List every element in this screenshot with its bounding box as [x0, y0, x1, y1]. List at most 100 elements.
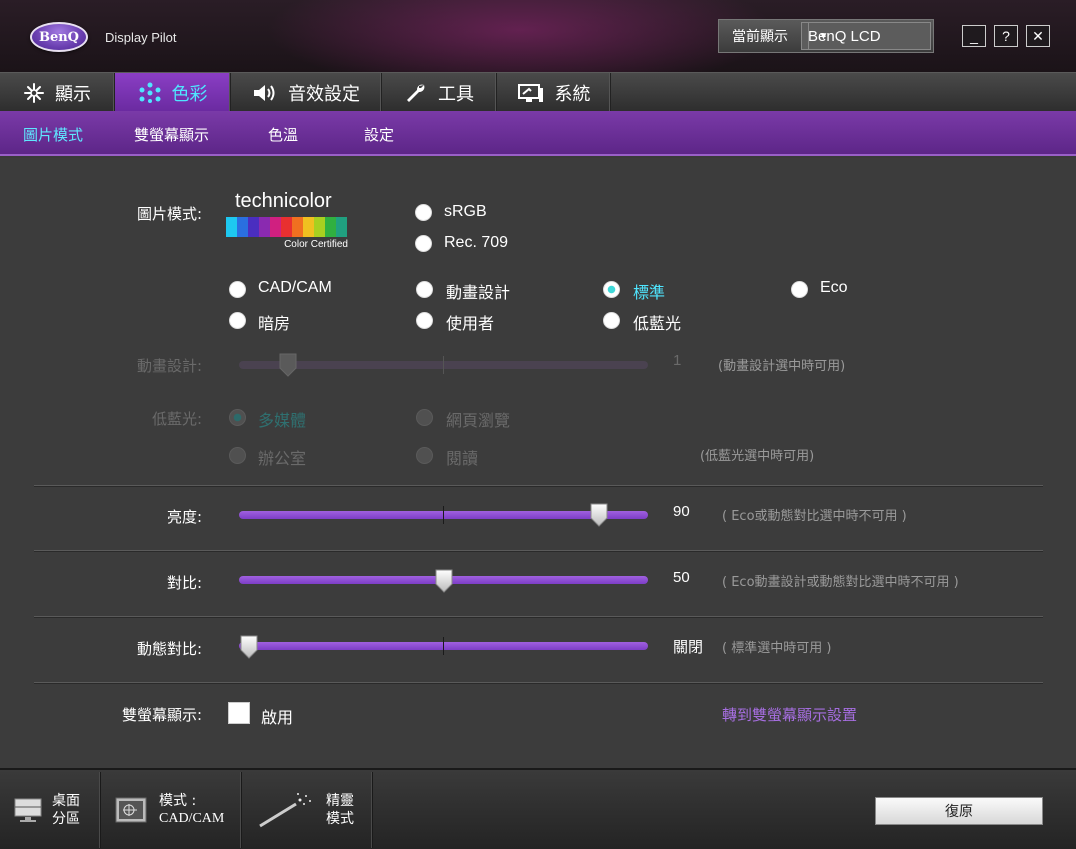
- slider-mid-tick: [443, 356, 444, 374]
- cad-mode-icon: [115, 797, 147, 823]
- technicolor-word: technicolor: [235, 190, 332, 212]
- contrast-note: ( Eco動畫設計或動態對比選中時不可用 ): [722, 575, 959, 590]
- dual-display-label: 雙螢幕顯示:: [121, 706, 202, 724]
- benq-logo: BenQ: [30, 22, 88, 52]
- animation-design-thumb: [279, 353, 297, 377]
- help-button[interactable]: ?: [994, 25, 1018, 47]
- contrast-thumb[interactable]: [434, 568, 454, 594]
- radio-multimedia-label: 多媒體: [258, 411, 307, 430]
- genie-mode-button[interactable]: 精靈 模式: [242, 772, 373, 848]
- tab-audio[interactable]: 音效設定: [231, 73, 382, 112]
- radio-reading: [416, 447, 433, 464]
- animation-design-label: 動畫設計:: [136, 357, 202, 375]
- radio-darkroom-label[interactable]: 暗房: [258, 310, 290, 334]
- radio-cadcam-label[interactable]: CAD/CAM: [258, 279, 332, 297]
- minimize-button[interactable]: _: [962, 25, 986, 47]
- radio-srgb[interactable]: [415, 204, 432, 221]
- sub-tabs: 圖片模式 雙螢幕顯示 色溫 設定: [0, 111, 1076, 156]
- magic-wand-icon: [259, 793, 311, 828]
- animation-design-note: (動畫設計選中時可用): [718, 359, 846, 374]
- display-sparkle-icon: [24, 82, 44, 103]
- tab-tools-label: 工具: [438, 83, 474, 105]
- technicolor-color-bars: [226, 217, 347, 237]
- dynamic-contrast-thumb[interactable]: [239, 634, 259, 660]
- brightness-thumb[interactable]: [589, 502, 609, 528]
- app-title: Display Pilot: [105, 30, 177, 45]
- tab-display-label: 顯示: [55, 83, 91, 105]
- dynamic-contrast-label: 動態對比:: [136, 640, 202, 658]
- title-bar: BenQ Display Pilot 當前顯示 BenQ LCD ▼ _ ? ✕: [0, 0, 1076, 72]
- radio-animation-label[interactable]: 動畫設計: [446, 279, 510, 303]
- divider: [34, 485, 1043, 486]
- radio-standard-label[interactable]: 標準: [633, 279, 665, 303]
- radio-web-label: 網頁瀏覽: [446, 411, 511, 430]
- main-tabs: 顯示 色彩 音效設定 工具 系統: [0, 72, 1076, 112]
- radio-multimedia: [229, 409, 246, 426]
- subtab-picture-mode[interactable]: 圖片模式: [23, 124, 83, 145]
- picture-mode-label: 圖片模式:: [136, 205, 202, 223]
- contrast-value: 50: [673, 569, 690, 586]
- radio-standard[interactable]: [603, 281, 620, 298]
- brightness-note: ( Eco或動態對比選中時不可用 ): [722, 509, 907, 524]
- tab-audio-label: 音效設定: [288, 83, 360, 105]
- slider-mid-tick: [443, 637, 444, 655]
- current-display-value: BenQ LCD: [808, 27, 881, 45]
- divider: [34, 550, 1043, 551]
- technicolor-logo: technicolor Color Certified: [226, 190, 350, 254]
- subtab-dual-display[interactable]: 雙螢幕顯示: [134, 124, 209, 145]
- desktop-partition-line1: 桌面: [52, 793, 80, 809]
- dual-display-settings-link[interactable]: 轉到雙螢幕顯示設置: [722, 704, 857, 725]
- color-dots-icon: [139, 82, 160, 103]
- dynamic-contrast-value: 關閉: [673, 639, 704, 656]
- tab-tools[interactable]: 工具: [382, 73, 497, 112]
- radio-darkroom[interactable]: [229, 312, 246, 329]
- content-panel: 圖片模式: technicolor Color Certified sRGB R…: [0, 158, 1076, 768]
- radio-srgb-label[interactable]: sRGB: [444, 203, 487, 221]
- radio-low-blue[interactable]: [603, 312, 620, 329]
- radio-user-label[interactable]: 使用者: [446, 310, 494, 334]
- radio-user[interactable]: [416, 312, 433, 329]
- radio-reading-label: 閱讀: [446, 449, 479, 468]
- radio-eco[interactable]: [791, 281, 808, 298]
- tab-display[interactable]: 顯示: [0, 73, 115, 112]
- genie-line2: 模式: [326, 811, 354, 827]
- subtab-settings[interactable]: 設定: [364, 124, 394, 145]
- animation-design-value: 1: [673, 352, 682, 369]
- mode-line1: 模式 :: [159, 793, 197, 809]
- mode-line2: CAD/CAM: [159, 811, 225, 826]
- mode-button[interactable]: 模式 : CAD/CAM: [101, 772, 242, 848]
- radio-office-label: 辦公室: [258, 449, 307, 468]
- genie-line1: 精靈: [326, 793, 354, 809]
- system-monitor-icon: [517, 83, 543, 102]
- divider: [34, 616, 1043, 617]
- desktop-partition-button[interactable]: 桌面 分區: [0, 772, 101, 848]
- radio-office: [229, 447, 246, 464]
- dual-display-checkbox[interactable]: [228, 702, 250, 724]
- dynamic-contrast-note: ( 標準選中時可用 ): [722, 641, 832, 656]
- tab-system[interactable]: 系統: [497, 73, 611, 112]
- subtab-color-temp[interactable]: 色溫: [268, 124, 298, 145]
- current-display-group: 當前顯示 BenQ LCD ▼: [718, 19, 934, 53]
- radio-low-blue-label[interactable]: 低藍光: [633, 310, 681, 334]
- contrast-label: 對比:: [166, 574, 202, 592]
- close-button[interactable]: ✕: [1026, 25, 1050, 47]
- speaker-icon: [254, 84, 275, 101]
- divider: [34, 682, 1043, 683]
- restore-button[interactable]: 復原: [875, 797, 1043, 825]
- brightness-value: 90: [673, 503, 690, 520]
- radio-animation[interactable]: [416, 281, 433, 298]
- wrench-icon: [407, 84, 425, 102]
- dual-display-checkbox-label[interactable]: 啟用: [261, 704, 293, 728]
- tab-color[interactable]: 色彩: [115, 73, 231, 112]
- current-display-select[interactable]: BenQ LCD ▼: [801, 22, 931, 50]
- radio-cadcam[interactable]: [229, 281, 246, 298]
- current-display-label: 當前顯示: [732, 28, 788, 44]
- radio-eco-label[interactable]: Eco: [820, 279, 848, 297]
- technicolor-cert: Color Certified: [284, 239, 348, 250]
- desktop-partition-icon: [14, 798, 42, 822]
- tab-color-label: 色彩: [171, 83, 208, 105]
- radio-rec709[interactable]: [415, 235, 432, 252]
- radio-rec709-label[interactable]: Rec. 709: [444, 234, 508, 252]
- low-blue-label: 低藍光:: [151, 410, 202, 428]
- bottom-toolbar: 桌面 分區 模式 : CAD/CAM 精靈 模式 復原: [0, 768, 1076, 849]
